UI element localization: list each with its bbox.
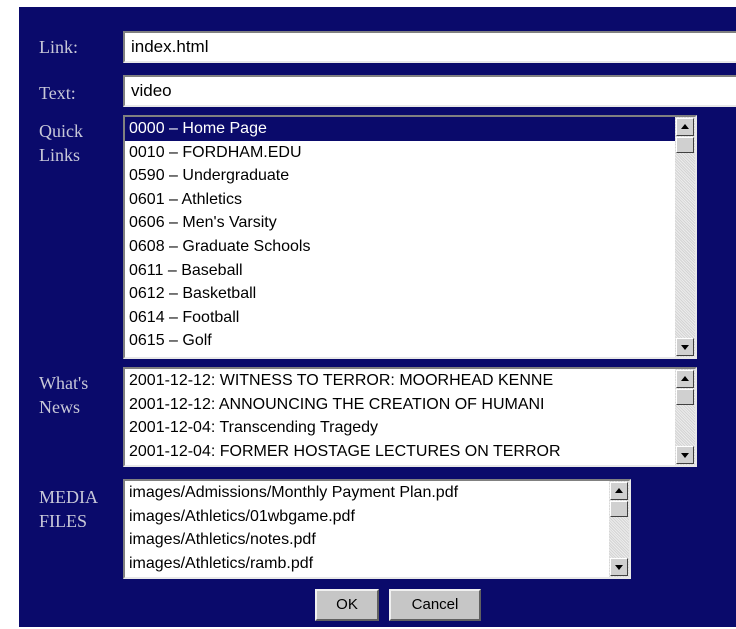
list-item[interactable]: 2001-12-04: Transcending Tragedy	[125, 416, 675, 440]
whats-news-list[interactable]: 2001-12-12: WITNESS TO TERROR: MOORHEAD …	[123, 367, 697, 467]
whats-news-items: 2001-12-12: WITNESS TO TERROR: MOORHEAD …	[125, 369, 675, 465]
scroll-down-button[interactable]	[676, 338, 694, 356]
link-label: Link:	[39, 37, 78, 57]
list-item[interactable]: 0608 – Graduate Schools	[125, 235, 675, 259]
media-files-items: images/Admissions/Monthly Payment Plan.p…	[125, 481, 609, 577]
arrow-down-icon	[615, 565, 623, 570]
quick-links-items: 0000 – Home Page 0010 – FORDHAM.EDU 0590 –…	[125, 117, 675, 357]
cancel-button[interactable]: Cancel	[389, 589, 481, 621]
list-item[interactable]: 0612 – Basketball	[125, 282, 675, 306]
arrow-down-icon	[681, 453, 689, 458]
list-item[interactable]: 0601 – Athletics	[125, 188, 675, 212]
scroll-down-button[interactable]	[676, 446, 694, 464]
scroll-thumb[interactable]	[676, 389, 694, 405]
list-item[interactable]: images/Athletics/notes.pdf	[125, 528, 609, 552]
list-item[interactable]: 0000 – Home Page	[125, 117, 675, 141]
ok-button[interactable]: OK	[315, 589, 379, 621]
text-input[interactable]: video	[123, 75, 736, 107]
media-files-scrollbar[interactable]	[609, 481, 629, 577]
scroll-up-button[interactable]	[610, 482, 628, 500]
list-item[interactable]: 0590 – Undergraduate	[125, 164, 675, 188]
media-files-label: MEDIA FILES	[39, 487, 98, 531]
list-item[interactable]: 0606 – Men's Varsity	[125, 211, 675, 235]
list-item[interactable]: 0010 – FORDHAM.EDU	[125, 141, 675, 165]
scroll-down-button[interactable]	[610, 558, 628, 576]
list-item[interactable]: 2001-12-12: ANNOUNCING THE CREATION OF H…	[125, 393, 675, 417]
scroll-up-button[interactable]	[676, 370, 694, 388]
quick-links-label: Quick Links	[39, 121, 83, 165]
list-item[interactable]: 0615 – Golf	[125, 329, 675, 353]
list-item[interactable]: images/Athletics/ramb.pdf	[125, 552, 609, 576]
arrow-up-icon	[681, 376, 689, 381]
arrow-down-icon	[681, 345, 689, 350]
arrow-up-icon	[681, 124, 689, 129]
link-dialog: Link: index.html Text: video Quick Links…	[19, 7, 736, 627]
list-item[interactable]: images/Athletics/01wbgame.pdf	[125, 505, 609, 529]
arrow-up-icon	[615, 488, 623, 493]
link-input[interactable]: index.html	[123, 31, 736, 63]
whats-news-scrollbar[interactable]	[675, 369, 695, 465]
list-item[interactable]: 2001-12-04: FORMER HOSTAGE LECTURES ON T…	[125, 440, 675, 464]
list-item[interactable]: 0611 – Baseball	[125, 259, 675, 283]
list-item[interactable]: images/Admissions/Monthly Payment Plan.p…	[125, 481, 609, 505]
quick-links-list[interactable]: 0000 – Home Page 0010 – FORDHAM.EDU 0590 –…	[123, 115, 697, 359]
scroll-thumb[interactable]	[676, 137, 694, 153]
scroll-up-button[interactable]	[676, 118, 694, 136]
whats-news-label: What's News	[39, 373, 89, 417]
quick-links-scrollbar[interactable]	[675, 117, 695, 357]
media-files-list[interactable]: images/Admissions/Monthly Payment Plan.p…	[123, 479, 631, 579]
text-label: Text:	[39, 83, 76, 103]
scroll-thumb[interactable]	[610, 501, 628, 517]
list-item[interactable]: 2001-12-12: WITNESS TO TERROR: MOORHEAD …	[125, 369, 675, 393]
list-item[interactable]: 0614 – Football	[125, 306, 675, 330]
